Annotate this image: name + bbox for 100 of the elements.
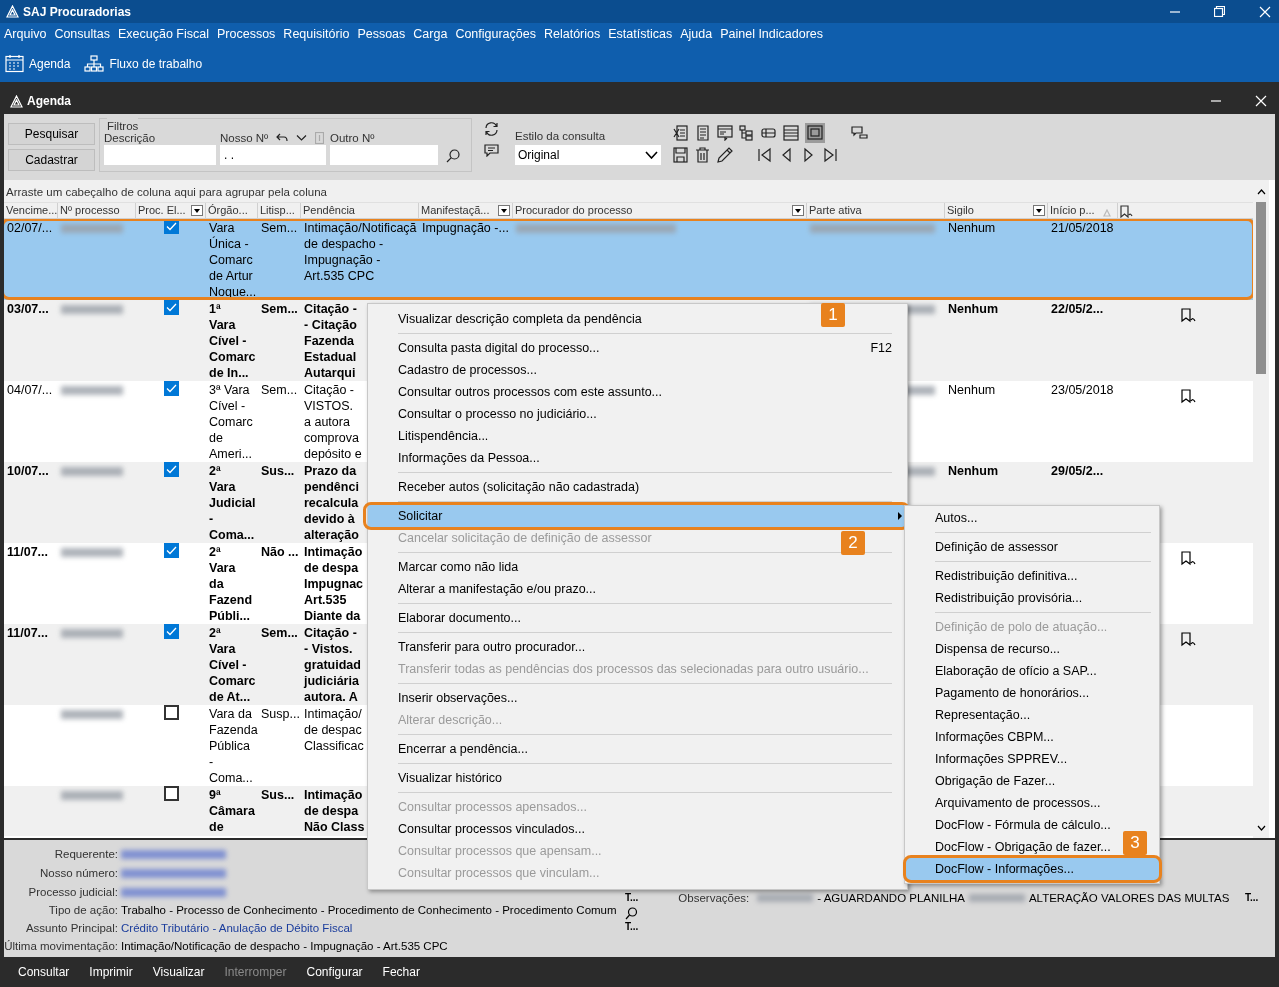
menu-item[interactable]: Autos... <box>935 507 978 529</box>
checkbox[interactable] <box>163 462 179 477</box>
menu-item[interactable]: Consultar outros processos com este assunto... <box>398 381 662 403</box>
checkbox[interactable] <box>163 381 179 396</box>
restore-icon[interactable] <box>1214 6 1225 17</box>
menu-item[interactable]: Cadastro de processos... <box>398 359 537 381</box>
scrollbar[interactable] <box>1253 180 1269 838</box>
menu-item[interactable]: Alterar a manifestação e/ou prazo... <box>398 578 597 600</box>
tree-icon[interactable] <box>739 125 755 141</box>
menu-item[interactable]: Elaborar documento... <box>398 607 521 629</box>
menu-item[interactable]: Inserir observações... <box>398 687 518 709</box>
bookmark-icon[interactable] <box>1120 204 1134 218</box>
menu-item[interactable]: Redistribuição definitiva... <box>935 565 1078 587</box>
input-field[interactable] <box>104 145 216 165</box>
more-link[interactable]: T... <box>1245 891 1259 957</box>
footer-button[interactable]: Visualizar <box>150 963 223 980</box>
menu-item[interactable]: Ajuda <box>676 26 717 42</box>
bookmark-icon[interactable] <box>1180 389 1197 404</box>
link[interactable]: Crédito Tributário - Anulação de Débito Fiscal <box>121 922 353 935</box>
menu-item[interactable]: Execução Fiscal <box>114 26 213 42</box>
form-icon[interactable] <box>717 125 733 141</box>
bookmark-icon[interactable] <box>1180 551 1197 566</box>
filter-dropdown[interactable] <box>191 205 203 216</box>
column-header[interactable]: Início p... <box>1050 204 1095 216</box>
pencil-icon[interactable] <box>717 147 733 163</box>
document-icon[interactable] <box>695 125 711 141</box>
menu-item[interactable]: Marcar como não lida <box>398 556 519 578</box>
menu-item[interactable]: Informações CBPM... <box>935 726 1054 748</box>
menu-item[interactable]: Arquivo <box>0 26 51 42</box>
menu-item[interactable]: DocFlow - Obrigação de fazer... <box>935 836 1111 858</box>
list-icon[interactable] <box>783 125 799 141</box>
column-header[interactable]: Litisp... <box>260 204 295 216</box>
comment-icon[interactable] <box>484 144 499 157</box>
filter-dropdown[interactable] <box>498 205 510 216</box>
menu-item[interactable]: Consultar processos vinculados... <box>398 818 585 840</box>
filter-dropdown[interactable] <box>1033 205 1045 216</box>
selected-row[interactable]: 02/07/... Vara Única - Comarc de Artur Noque... Sem... Intimação/Notificaçã de despacho - Impugnação - Art.535 CPC Impugnação -... Nenhum 21/05/2018 <box>4 219 1253 300</box>
menu-item[interactable]: Encerrar a pendência... <box>398 738 528 760</box>
menu-item[interactable]: Relatórios <box>540 26 605 42</box>
filter-dropdown[interactable] <box>792 205 804 216</box>
menu-item[interactable]: Consultar o processo no judiciário... <box>398 403 597 425</box>
menu-item[interactable]: Consulta pasta digital do processo... <box>398 337 600 359</box>
scrollbar-thumb[interactable] <box>1256 202 1266 374</box>
style-dropdown[interactable]: Original <box>515 145 661 165</box>
footer-button[interactable]: Configurar <box>304 963 381 980</box>
column-header[interactable]: Vencime... <box>6 204 58 216</box>
form-button[interactable]: Cadastrar <box>8 149 95 171</box>
menu-item[interactable]: Arquivamento de processos... <box>935 792 1101 814</box>
first-icon[interactable] <box>757 147 773 163</box>
menu-item[interactable]: Elaboração de ofício a SAP... <box>935 660 1097 682</box>
menu-item[interactable]: Configurações <box>451 26 540 42</box>
form-button[interactable]: Pesquisar <box>8 123 95 145</box>
more-link[interactable]: T... <box>625 920 639 935</box>
more-link[interactable]: T... <box>625 891 639 906</box>
column-header[interactable]: Manifestaçã... <box>421 204 490 216</box>
menu-item[interactable]: Processos <box>213 26 280 42</box>
menu-item[interactable]: Receber autos (solicitação não cadastrada) <box>398 476 640 498</box>
checkbox[interactable] <box>163 624 179 639</box>
trash-icon[interactable] <box>695 147 711 163</box>
comment-icon[interactable] <box>851 126 868 140</box>
checkbox[interactable] <box>163 786 179 801</box>
menu-item[interactable]: Painel Indicadores <box>716 26 828 42</box>
menu-item[interactable]: Requisitório <box>279 26 354 42</box>
menu-item[interactable]: Representação... <box>935 704 1031 726</box>
toggle-button[interactable] <box>805 123 825 143</box>
search-icon[interactable] <box>625 906 638 920</box>
menu-item[interactable]: Redistribuição provisória... <box>935 587 1083 609</box>
menu-item[interactable]: Dispensa de recurso... <box>935 638 1061 660</box>
menu-item[interactable]: Pagamento de honorários... <box>935 682 1090 704</box>
toolbar-button[interactable]: Agenda <box>5 52 71 75</box>
close-icon[interactable] <box>1259 5 1271 18</box>
menu-item[interactable]: Consultas <box>50 26 114 42</box>
input-field[interactable] <box>330 145 438 165</box>
column-header[interactable]: Pendência <box>303 204 355 216</box>
search-icon[interactable] <box>446 149 460 163</box>
menu-item[interactable]: Pessoas <box>353 26 410 42</box>
menu-item[interactable]: Carga <box>409 26 452 42</box>
last-icon[interactable] <box>823 147 839 163</box>
chevron-icon[interactable] <box>296 134 308 142</box>
bookmark-icon[interactable] <box>1180 632 1197 647</box>
menu-item[interactable]: Visualizar histórico <box>398 767 502 789</box>
menu-item[interactable]: Estatísticas <box>604 26 677 42</box>
columns-icon[interactable] <box>761 125 777 141</box>
checkbox[interactable] <box>163 543 179 558</box>
footer-button[interactable]: Fechar <box>380 963 438 980</box>
menu-item[interactable]: Visualizar descrição completa da pendência <box>398 308 642 330</box>
bookmark-icon[interactable] <box>1180 308 1197 323</box>
close-icon[interactable] <box>1255 95 1267 107</box>
footer-button[interactable]: Imprimir <box>87 963 151 980</box>
menu-item[interactable]: Definição de assessor <box>935 536 1058 558</box>
refresh-icon[interactable] <box>484 122 499 136</box>
menu-item[interactable]: Obrigação de Fazer... <box>935 770 1056 792</box>
menu-item[interactable]: Informações da Pessoa... <box>398 447 540 469</box>
menu-item[interactable]: Informações SPPREV... <box>935 748 1068 770</box>
save-icon[interactable] <box>673 147 689 163</box>
column-header[interactable]: Nº processo <box>60 204 120 216</box>
column-header[interactable]: Sigilo <box>947 204 974 216</box>
scroll-down-icon[interactable] <box>1256 824 1266 831</box>
input-field[interactable]: . . <box>220 145 326 165</box>
menu-item[interactable]: Transferir para outro procurador... <box>398 636 586 658</box>
